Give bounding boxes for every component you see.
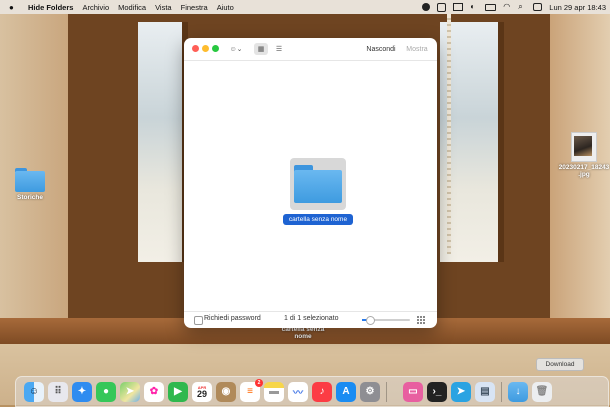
facetime-icon[interactable]: ▶ (168, 381, 188, 402)
photos-icon[interactable]: ✿ (144, 381, 164, 402)
calendar-day: 29 (196, 388, 207, 399)
wallpaper-pane-left (138, 22, 182, 262)
desktop-image-file[interactable]: 20230217_18243 .jpg (558, 132, 610, 178)
dock-spacer (393, 382, 399, 402)
battery-icon[interactable] (485, 3, 497, 11)
control-center-icon[interactable] (533, 3, 543, 11)
download-tooltip: Download (536, 358, 584, 371)
menu-vista[interactable]: Vista (155, 3, 172, 12)
menu-archivio[interactable]: Archivio (82, 3, 109, 12)
hide-button[interactable]: Nascondi (364, 43, 398, 55)
system-settings-icon[interactable]: ⚙ (360, 381, 380, 402)
zoom-button[interactable] (212, 45, 219, 52)
wallpaper-cord (447, 14, 451, 254)
dock: ☺ ⠿ ✦ ● ➤ ✿ ▶ APR 29 ◉ ≡ 2 ▬ 〰 ♪ A ⚙ ▭ ›… (15, 376, 609, 407)
freeform-icon[interactable]: 〰 (288, 381, 308, 402)
folder-icon (15, 168, 45, 192)
safari-icon[interactable]: ✦ (72, 381, 92, 402)
minimize-button[interactable] (202, 45, 209, 52)
app-status-icon[interactable] (437, 2, 447, 12)
screen-icon[interactable] (453, 3, 464, 11)
reminders-badge: 2 (255, 378, 263, 387)
creative-cloud-icon[interactable] (422, 3, 431, 11)
desktop-image-label: 20230217_18243 (558, 164, 610, 171)
downloads-folder-icon[interactable]: ↓ (508, 381, 528, 402)
dock-separator (501, 381, 502, 402)
calendar-icon[interactable]: APR 29 (192, 381, 212, 402)
app-menu[interactable]: Hide Folders (28, 3, 73, 12)
selection-count: 1 di 1 selezionato (284, 315, 339, 322)
selected-folder-item[interactable] (290, 158, 346, 210)
desktop-ghost-folder[interactable]: cartella senza nome (270, 326, 336, 340)
window-footer: Richiedi password 1 di 1 selezionato (184, 311, 437, 328)
terminal-icon[interactable]: ›_ (427, 381, 447, 402)
desktop-image-ext: .jpg (578, 171, 590, 178)
menu-finestra[interactable]: Finestra (181, 3, 208, 12)
show-button[interactable]: Mostra (402, 43, 432, 55)
folder-list-area[interactable]: cartella senza nome (184, 61, 437, 312)
ghost-folder-label-2: nome (294, 333, 312, 340)
menu-bar: ● Hide Folders Archivio Modifica Vista F… (0, 0, 610, 14)
list-view-button[interactable]: ☰ (272, 43, 286, 55)
image-thumbnail-icon (571, 132, 597, 162)
telegram-icon[interactable]: ➤ (451, 381, 471, 402)
pink-app-icon[interactable]: ▭ (403, 381, 423, 402)
contacts-icon[interactable]: ◉ (216, 381, 236, 402)
app-store-icon[interactable]: A (336, 381, 356, 402)
preview-icon[interactable]: ▤ (475, 381, 495, 402)
desktop-folder-storiche[interactable]: Storiche (8, 168, 52, 201)
launchpad-icon[interactable]: ⠿ (48, 381, 68, 402)
wallpaper-mullion (498, 22, 504, 262)
password-checkbox[interactable] (194, 316, 203, 325)
trash-icon[interactable]: 🗑 (532, 381, 552, 402)
notes-icon[interactable]: ▬ (264, 381, 284, 402)
reminders-icon[interactable]: ≡ 2 (240, 378, 263, 402)
wifi-icon[interactable]: ◠ (503, 3, 511, 11)
slider-knob[interactable] (366, 316, 376, 325)
action-menu-icon[interactable]: ☺⌄ (228, 43, 244, 55)
focus-moon-icon[interactable]: ◐ (470, 3, 478, 11)
menu-aiuto[interactable]: Aiuto (217, 3, 234, 12)
icon-view-button[interactable]: ▦ (254, 43, 268, 55)
large-icons-icon (417, 316, 425, 324)
apple-menu-icon[interactable]: ● (9, 3, 21, 12)
close-button[interactable] (192, 45, 199, 52)
hide-folders-window: ☺⌄ ▦ ☰ Nascondi Mostra cartella senza no… (184, 38, 437, 328)
selected-folder-label[interactable]: cartella senza nome (283, 214, 353, 225)
icon-size-slider[interactable] (362, 316, 410, 325)
desktop-folder-label: Storiche (16, 194, 43, 201)
folder-icon (294, 165, 342, 203)
dock-separator (386, 381, 387, 402)
messages-icon[interactable]: ● (96, 381, 116, 402)
finder-icon[interactable]: ☺ (24, 381, 44, 402)
menu-modifica[interactable]: Modifica (118, 3, 146, 12)
search-icon[interactable]: ⌕ (518, 3, 526, 11)
password-checkbox-label[interactable]: Richiedi password (204, 315, 261, 322)
music-icon[interactable]: ♪ (312, 381, 332, 402)
window-toolbar: ☺⌄ ▦ ☰ Nascondi Mostra (184, 38, 437, 61)
maps-icon[interactable]: ➤ (120, 381, 140, 402)
menubar-clock[interactable]: Lun 29 apr 18:43 (549, 3, 606, 12)
